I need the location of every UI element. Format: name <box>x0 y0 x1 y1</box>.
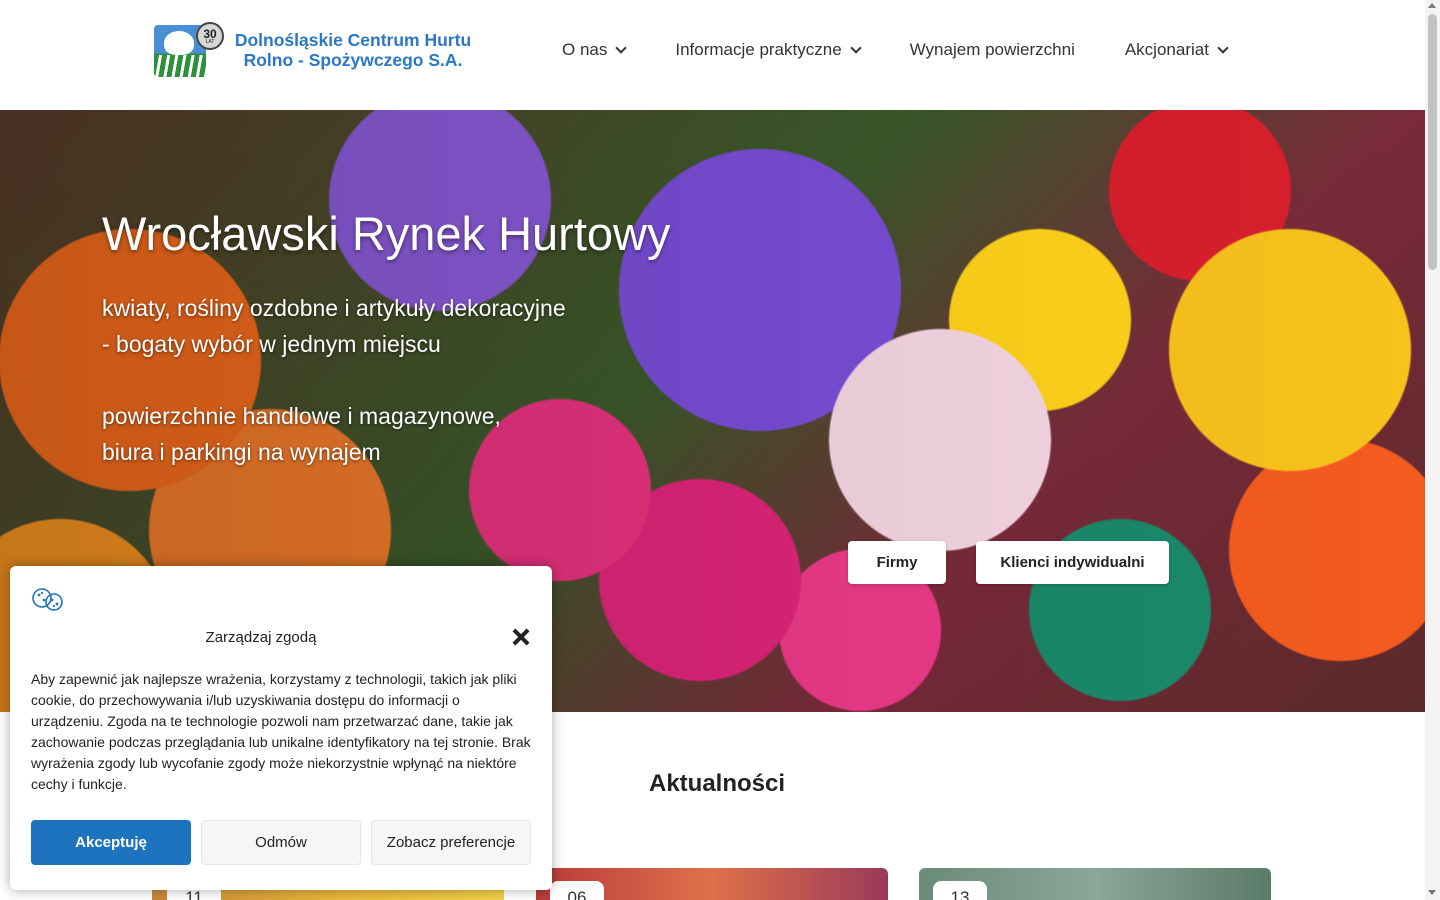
nav-item-o-nas[interactable]: O nas <box>562 40 628 60</box>
klienci-indywidualni-button[interactable]: Klienci indywidualni <box>976 541 1169 584</box>
nav-item-informacje[interactable]: Informacje praktyczne <box>675 40 862 60</box>
news-section-title: Aktualności <box>649 770 786 797</box>
nav-item-wynajem[interactable]: Wynajem powierzchni <box>910 40 1075 60</box>
scroll-down-arrow-icon[interactable] <box>1428 890 1436 895</box>
news-date-badge: 13 <box>933 881 987 900</box>
hero-subtitle-line: - bogaty wybór w jednym miejscu <box>102 331 441 357</box>
hero-subtitle-line: biura i parkingi na wynajem <box>102 439 381 465</box>
view-preferences-button[interactable]: Zobacz preferencje <box>371 820 531 865</box>
chevron-down-icon <box>849 42 862 54</box>
nav-label: O nas <box>562 40 608 59</box>
chevron-down-icon <box>615 42 628 54</box>
site-logo[interactable]: 30 LAT Dolnośląskie Centrum Hurtu Rolno … <box>154 22 474 80</box>
main-nav: O nas Informacje praktyczne Wynajem powi… <box>562 38 1277 62</box>
scroll-up-arrow-icon[interactable] <box>1428 3 1436 8</box>
nav-label: Wynajem powierzchni <box>909 40 1075 59</box>
site-header: 30 LAT Dolnośląskie Centrum Hurtu Rolno … <box>0 0 1425 110</box>
cookie-dialog-title: Zarządzaj zgodą <box>205 629 317 646</box>
page-scrollbar[interactable] <box>1425 0 1440 900</box>
hero-title: Wrocławski Rynek Hurtowy <box>102 207 671 260</box>
hero-subtitle-line: kwiaty, rośliny ozdobne i artykuły dekor… <box>102 295 566 321</box>
firmy-button[interactable]: Firmy <box>848 541 946 584</box>
logo-text: Dolnośląskie Centrum Hurtu Rolno - Spoży… <box>234 30 472 70</box>
cookie-icon <box>32 588 63 611</box>
deny-button[interactable]: Odmów <box>201 820 361 865</box>
nav-item-akcjonariat[interactable]: Akcjonariat <box>1124 40 1229 60</box>
close-icon[interactable] <box>512 628 530 646</box>
nav-label: Akcjonariat <box>1124 40 1209 59</box>
cookie-consent-dialog: Zarządzaj zgodą Aby zapewnić jak najleps… <box>10 566 552 890</box>
accept-button[interactable]: Akceptuję <box>31 820 191 865</box>
hero-subtitle-line: powierzchnie handlowe i magazynowe, <box>102 403 501 429</box>
nav-label: Informacje praktyczne <box>675 40 842 59</box>
anniversary-badge: 30 LAT <box>196 22 224 50</box>
cookie-dialog-text: Aby zapewnić jak najlepsze wrażenia, kor… <box>31 671 531 792</box>
scrollbar-thumb[interactable] <box>1428 14 1437 270</box>
chevron-down-icon <box>1217 42 1229 54</box>
news-date-badge: 06 <box>550 881 604 900</box>
